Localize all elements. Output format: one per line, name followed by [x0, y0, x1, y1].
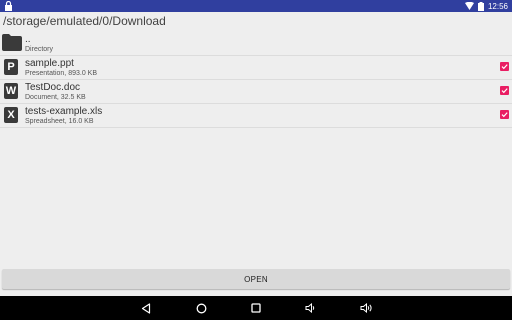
- wifi-icon: [464, 2, 474, 10]
- list-item-meta: Document, 32.5 KB: [25, 94, 86, 101]
- spreadsheet-file-icon: X: [4, 107, 18, 123]
- file-list: .. Directory P sample.ppt Presentation, …: [0, 32, 512, 128]
- checkbox[interactable]: [500, 110, 509, 119]
- home-button[interactable]: [193, 301, 209, 315]
- navigation-bar: [0, 296, 512, 320]
- document-file-icon: W: [4, 83, 18, 99]
- home-icon: [196, 303, 206, 313]
- current-path: /storage/emulated/0/Download: [3, 14, 166, 28]
- list-item-name: ..: [25, 34, 31, 45]
- list-item-meta: Spreadsheet, 16.0 KB: [25, 118, 94, 125]
- back-icon: [141, 302, 151, 314]
- list-item-name: sample.ppt: [25, 58, 74, 69]
- list-item-file[interactable]: W TestDoc.doc Document, 32.5 KB: [0, 80, 512, 104]
- list-item-file[interactable]: X tests-example.xls Spreadsheet, 16.0 KB: [0, 104, 512, 128]
- checkbox[interactable]: [500, 86, 509, 95]
- open-button[interactable]: OPEN: [2, 269, 510, 289]
- battery-icon: [477, 1, 484, 11]
- back-button[interactable]: [138, 301, 154, 315]
- list-item-name: tests-example.xls: [25, 106, 103, 117]
- recents-button[interactable]: [248, 301, 264, 315]
- list-item-name: TestDoc.doc: [25, 82, 81, 93]
- checkbox[interactable]: [500, 62, 509, 71]
- list-item-file[interactable]: P sample.ppt Presentation, 893.0 KB: [0, 56, 512, 80]
- folder-icon: [2, 34, 22, 51]
- checkmark-icon: [501, 64, 508, 70]
- lock-icon: [5, 1, 12, 11]
- volume-up-icon: [360, 303, 372, 313]
- status-bar: 12:56: [0, 0, 512, 12]
- checkmark-icon: [501, 88, 508, 94]
- volume-down-icon: [305, 303, 315, 313]
- list-item-meta: Directory: [25, 46, 54, 53]
- volume-down-button[interactable]: [303, 301, 319, 315]
- status-time: 12:56: [487, 1, 508, 11]
- list-item-parent-directory[interactable]: .. Directory: [0, 32, 512, 56]
- checkmark-icon: [501, 112, 508, 118]
- volume-up-button[interactable]: [359, 301, 375, 315]
- presentation-file-icon: P: [4, 59, 18, 75]
- list-item-meta: Presentation, 893.0 KB: [25, 70, 97, 77]
- recents-icon: [251, 303, 261, 313]
